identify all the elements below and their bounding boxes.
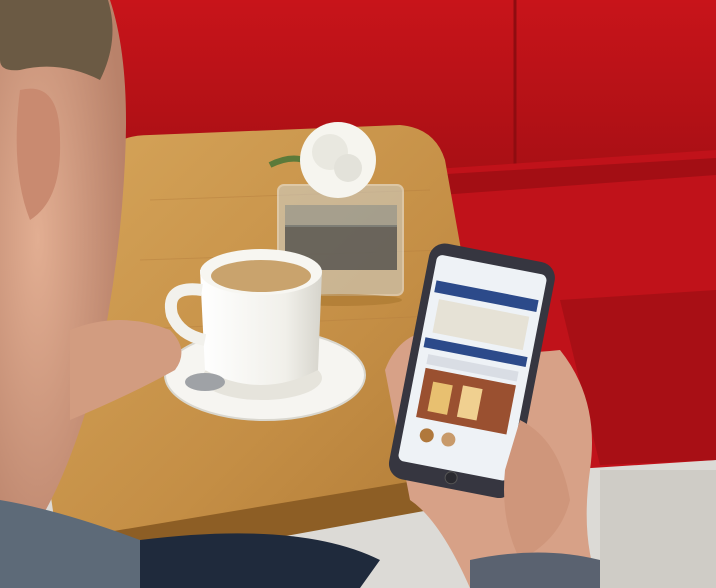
spoon <box>185 373 225 391</box>
coffee <box>211 260 311 292</box>
cafe-photo <box>0 0 716 588</box>
sleeve <box>470 552 600 588</box>
